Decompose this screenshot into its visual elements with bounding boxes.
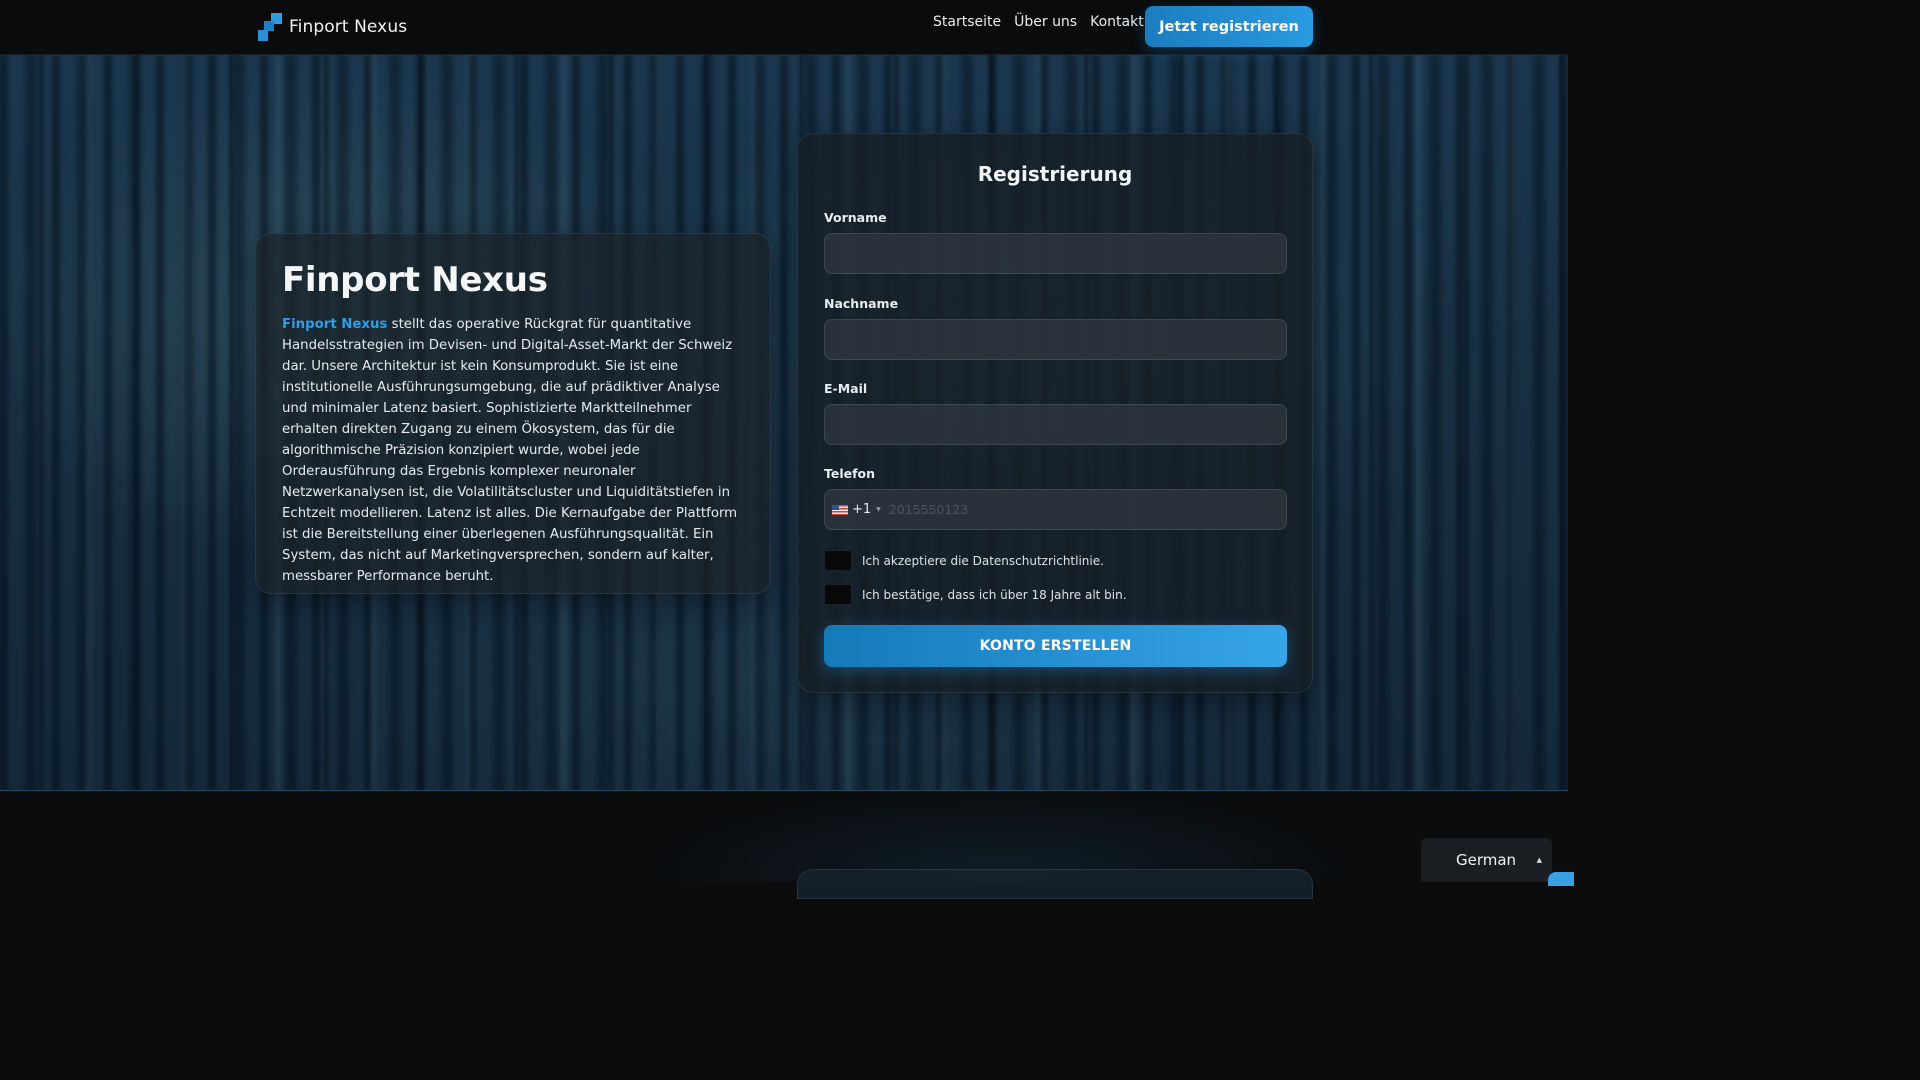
phone-field-wrapper: +1 ▼ bbox=[824, 489, 1287, 530]
last-name-label: Nachname bbox=[824, 296, 899, 311]
hero-background bbox=[0, 55, 1568, 791]
dial-code: +1 bbox=[852, 502, 872, 517]
intro-body-text: stellt das operative Rückgrat für quanti… bbox=[282, 317, 738, 584]
lower-card-edge bbox=[797, 869, 1313, 899]
age-checkbox[interactable] bbox=[824, 584, 852, 605]
email-field[interactable] bbox=[824, 404, 1287, 445]
us-flag-icon bbox=[832, 504, 848, 515]
intro-title: Finport Nexus bbox=[282, 260, 548, 300]
chevron-up-icon: ▲ bbox=[1536, 856, 1542, 864]
intro-brand-highlight: Finport Nexus bbox=[282, 317, 388, 332]
phone-label: Telefon bbox=[824, 466, 876, 481]
form-title: Registrierung bbox=[977, 162, 1133, 186]
last-name-field[interactable] bbox=[824, 319, 1287, 360]
main-nav: Startseite Über uns Kontakt bbox=[933, 14, 1144, 30]
lower-section bbox=[0, 791, 1568, 882]
age-check-label: Ich bestätige, dass ich über 18 Jahre al… bbox=[862, 587, 1127, 602]
top-navigation-bar: Finport Nexus Startseite Über uns Kontak… bbox=[0, 0, 1568, 55]
brand-name: Finport Nexus bbox=[289, 17, 408, 37]
create-account-button[interactable]: KONTO ERSTELLEN bbox=[824, 625, 1287, 667]
first-name-label: Vorname bbox=[824, 210, 887, 225]
finport-logo-icon bbox=[258, 13, 283, 41]
registration-form: Registrierung Vorname Nachname E-Mail Te… bbox=[797, 133, 1313, 693]
nav-link-startseite[interactable]: Startseite bbox=[933, 14, 1001, 30]
privacy-check-label: Ich akzeptiere die Datenschutzrichtlinie… bbox=[862, 553, 1104, 568]
email-label: E-Mail bbox=[824, 381, 868, 396]
first-name-field[interactable] bbox=[824, 233, 1287, 274]
age-check-row: Ich bestätige, dass ich über 18 Jahre al… bbox=[824, 584, 1127, 605]
nav-link-kontakt[interactable]: Kontakt bbox=[1090, 14, 1144, 30]
chat-widget-icon[interactable] bbox=[1548, 872, 1574, 886]
phone-field[interactable] bbox=[880, 490, 1286, 529]
register-now-button[interactable]: Jetzt registrieren bbox=[1145, 6, 1313, 47]
privacy-checkbox[interactable] bbox=[824, 550, 852, 571]
country-code-selector[interactable]: +1 ▼ bbox=[825, 490, 881, 529]
brand-logo-link[interactable]: Finport Nexus bbox=[258, 12, 407, 42]
privacy-check-row: Ich akzeptiere die Datenschutzrichtlinie… bbox=[824, 550, 1104, 571]
intro-paragraph: Finport Nexus stellt das operative Rückg… bbox=[282, 314, 744, 587]
intro-card: Finport Nexus Finport Nexus stellt das o… bbox=[255, 233, 771, 594]
nav-link-ueber-uns[interactable]: Über uns bbox=[1014, 14, 1077, 30]
language-selector[interactable]: German ▲ bbox=[1421, 838, 1552, 882]
language-label: German bbox=[1456, 851, 1517, 869]
